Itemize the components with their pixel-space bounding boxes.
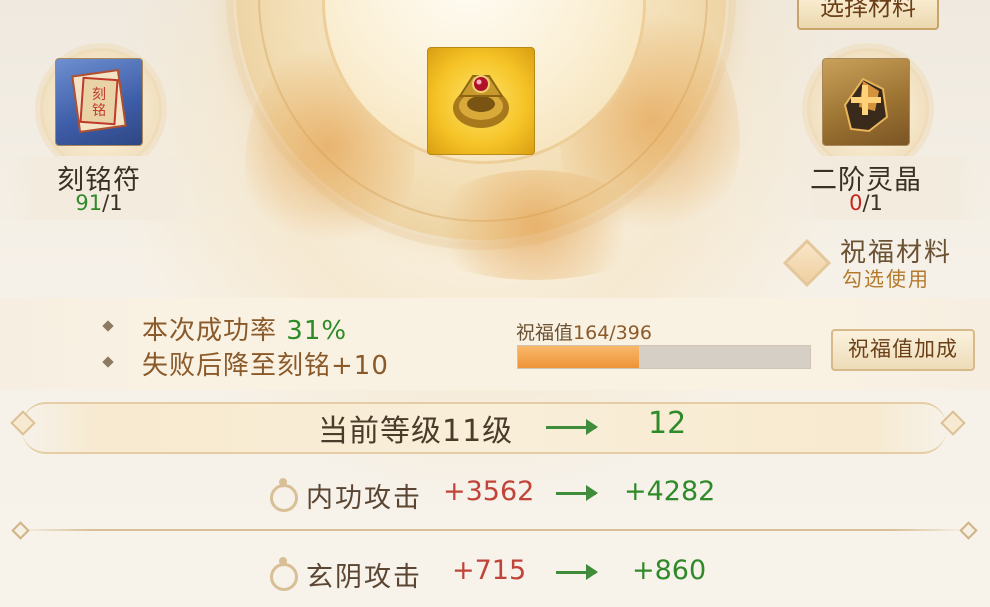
select-material-button[interactable]: 选择材料	[797, 0, 939, 30]
blessing-value-label: 祝福值164/396	[516, 318, 652, 345]
blessing-value-text: 164/396	[573, 322, 652, 344]
next-level-value: 12	[648, 406, 687, 441]
talisman-icon: 刻 铭	[71, 68, 127, 134]
blessing-material-subtitle: 勾选使用	[842, 267, 930, 291]
material-slot-right[interactable]	[822, 58, 910, 146]
fail-downgrade-text: 失败后降至刻铭+10	[142, 351, 389, 381]
material-owned-left: 91	[75, 191, 103, 215]
gold-ring-gem-icon	[453, 75, 509, 128]
stat-current-value: +3562	[443, 476, 535, 507]
success-rate-line: 本次成功率 31%	[142, 310, 347, 347]
material-count-left: 91/1	[19, 191, 179, 215]
level-arrow-icon	[546, 419, 598, 435]
stat-arrow-icon	[556, 564, 598, 580]
material-owned-right: 0	[849, 191, 863, 215]
stat-current-value: +715	[452, 555, 527, 586]
spirit-crystal-icon	[843, 77, 889, 133]
blessing-bonus-button[interactable]: 祝福值加成	[831, 329, 975, 371]
stat-flame-icon	[270, 563, 298, 591]
material-required-left: /1	[102, 191, 123, 215]
stat-flame-icon	[270, 484, 298, 512]
stat-arrow-icon	[556, 485, 598, 501]
svg-text:刻: 刻	[92, 87, 106, 103]
material-count-right: 0/1	[786, 191, 946, 215]
equipment-slot[interactable]	[427, 47, 535, 155]
svg-text:铭: 铭	[92, 103, 106, 119]
stats-divider	[16, 529, 968, 531]
stat-next-value: +4282	[624, 476, 716, 507]
success-rate-value: 31%	[286, 316, 348, 346]
success-rate-label: 本次成功率	[142, 316, 278, 346]
blessing-label: 祝福值	[516, 322, 574, 344]
material-required-right: /1	[862, 191, 883, 215]
blessing-progress-bar	[517, 345, 811, 369]
stat-name: 玄阴攻击	[306, 562, 422, 593]
blessing-progress-fill	[518, 346, 639, 368]
stat-next-value: +860	[632, 555, 707, 586]
blessing-material-toggle[interactable]: 祝福材料 勾选使用	[782, 232, 984, 292]
current-level-label: 当前等级11级	[318, 414, 514, 449]
blessing-checkbox-icon[interactable]	[782, 238, 832, 288]
material-slot-left[interactable]: 刻 铭	[55, 58, 143, 146]
stat-name: 内功攻击	[306, 483, 422, 514]
